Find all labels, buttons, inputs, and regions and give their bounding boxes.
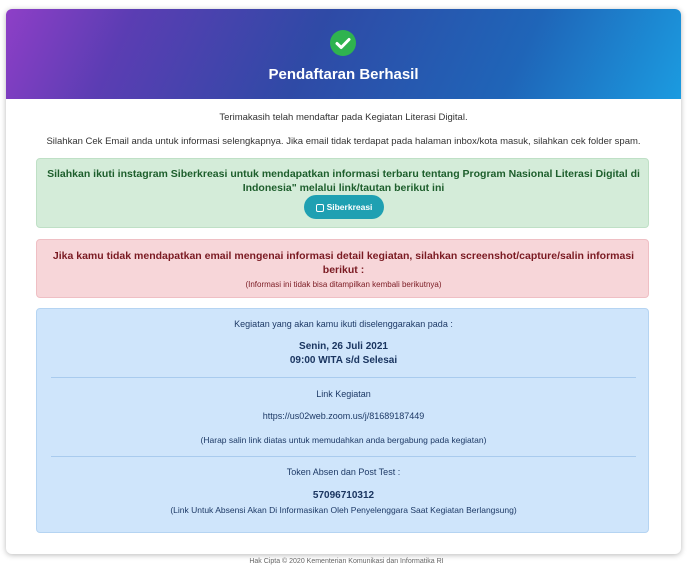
footer-copyright: Hak Cipta © 2020 Kementerian Komunikasi … (249, 558, 444, 565)
token-note: (Link Untuk Absensi Akan Di Informasikan… (170, 505, 517, 515)
divider (51, 377, 636, 378)
email-instructions-text: Silahkan Cek Email anda untuk informasi … (46, 136, 641, 147)
page-title: Pendaftaran Berhasil (268, 66, 419, 83)
event-time: 09:00 WITA s/d Selesai (289, 355, 398, 366)
registration-card: Pendaftaran Berhasil Terimakasih telah m… (6, 9, 681, 554)
check-circle-icon (330, 30, 356, 56)
link-note: (Harap salin link diatas untuk memudahka… (200, 435, 487, 445)
token-value: 57096710312 (312, 490, 375, 501)
instagram-icon (315, 203, 324, 212)
warning-alert-note: (Informasi ini tidak bisa ditampilkan ke… (245, 280, 442, 289)
card-header: Pendaftaran Berhasil (6, 9, 681, 99)
schedule-label: Kegiatan yang akan kamu ikuti diselengga… (234, 319, 453, 329)
divider (51, 456, 636, 457)
event-date: Senin, 26 Juli 2021 (299, 341, 388, 352)
siberkreasi-instagram-button[interactable]: Siberkreasi (304, 195, 384, 219)
warning-alert: Jika kamu tidak mendapatkan email mengen… (36, 239, 649, 298)
instagram-alert: Silahkan ikuti instagram Siberkreasi unt… (36, 158, 649, 228)
token-label: Token Absen dan Post Test : (286, 467, 401, 477)
event-link[interactable]: https://us02web.zoom.us/j/81689187449 (37, 411, 650, 421)
instagram-alert-text: Silahkan ikuti instagram Siberkreasi unt… (47, 168, 640, 194)
warning-alert-text: Jika kamu tidak mendapatkan email mengen… (52, 250, 635, 276)
event-info-box: Kegiatan yang akan kamu ikuti diselengga… (36, 308, 649, 533)
link-label: Link Kegiatan (316, 389, 371, 399)
siberkreasi-button-label: Siberkreasi (326, 202, 373, 212)
thank-you-text: Terimakasih telah mendaftar pada Kegiata… (219, 112, 468, 123)
